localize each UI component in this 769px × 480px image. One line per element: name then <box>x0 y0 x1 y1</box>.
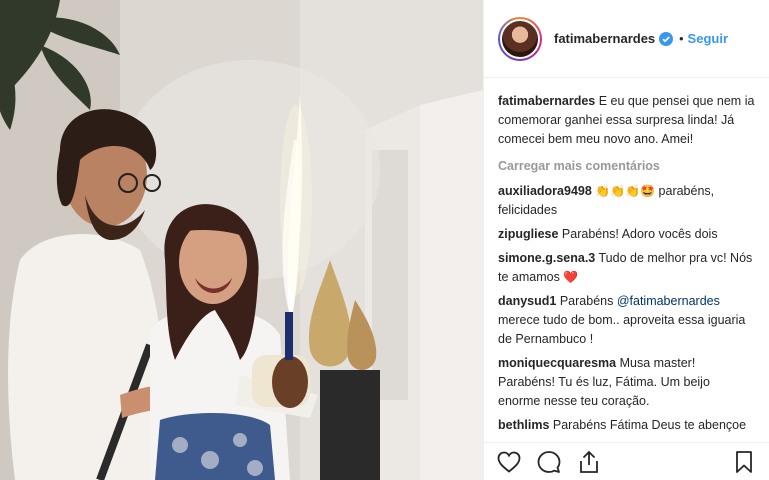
comment-username[interactable]: moniquecquaresma <box>498 356 616 370</box>
birthday-surprise-photo <box>0 0 483 480</box>
share-icon[interactable] <box>576 449 602 475</box>
comment-username[interactable]: simone.g.sena.3 <box>498 251 595 265</box>
comment-item: zipugliese Parabéns! Adoro vocês dois <box>498 225 755 244</box>
caption-username[interactable]: fatimabernardes <box>498 94 595 108</box>
comment-username[interactable]: auxiliadora9498 <box>498 184 592 198</box>
comment-icon[interactable] <box>536 449 562 475</box>
comment-username[interactable]: bethlims <box>498 418 549 432</box>
bookmark-icon[interactable] <box>731 449 757 475</box>
comment-text-continued: merece tudo de bom.. aproveita essa igua… <box>498 313 746 346</box>
profile-avatar-icon[interactable] <box>500 18 540 59</box>
comment-text: Parabéns <box>559 294 617 308</box>
separator-dot: • <box>679 31 684 46</box>
heart-icon[interactable] <box>496 449 522 475</box>
post-photo[interactable] <box>0 0 483 480</box>
comments-list[interactable]: fatimabernardes E eu que pensei que nem … <box>484 78 769 438</box>
post-side-panel: fatimabernardes • Seguir fatimabernardes… <box>483 0 769 480</box>
header-username[interactable]: fatimabernardes <box>554 31 655 46</box>
verified-badge-icon <box>659 31 674 46</box>
load-more-comments-button[interactable]: Carregar mais comentários <box>498 159 755 173</box>
comment-username[interactable]: zipugliese <box>498 227 558 241</box>
comment-username[interactable]: danysud1 <box>498 294 556 308</box>
comment-text: Parabéns! Adoro vocês dois <box>561 227 718 241</box>
comment-item: danysud1 Parabéns @fatimabernardes merec… <box>498 292 755 349</box>
follow-button[interactable]: Seguir <box>688 31 728 46</box>
comment-item: moniquecquaresma Musa master! Parabéns! … <box>498 354 755 411</box>
caption: fatimabernardes E eu que pensei que nem … <box>498 92 755 149</box>
clapping-emoji-icons: 👏👏👏🤩 <box>595 184 656 198</box>
comment-item: simone.g.sena.3 Tudo de melhor pra vc! N… <box>498 249 755 287</box>
comment-item: bethlims Parabéns Fátima Deus te abençoe… <box>498 416 755 438</box>
action-bar <box>484 442 769 480</box>
story-ring[interactable] <box>498 16 542 61</box>
instagram-post: fatimabernardes • Seguir fatimabernardes… <box>0 0 769 480</box>
comment-item: auxiliadora9498 👏👏👏🤩 parabéns, felicidad… <box>498 182 755 220</box>
post-header: fatimabernardes • Seguir <box>484 0 769 78</box>
heart-emoji-icon: ❤️ <box>563 270 579 284</box>
mention-link[interactable]: @fatimabernardes <box>617 294 720 308</box>
